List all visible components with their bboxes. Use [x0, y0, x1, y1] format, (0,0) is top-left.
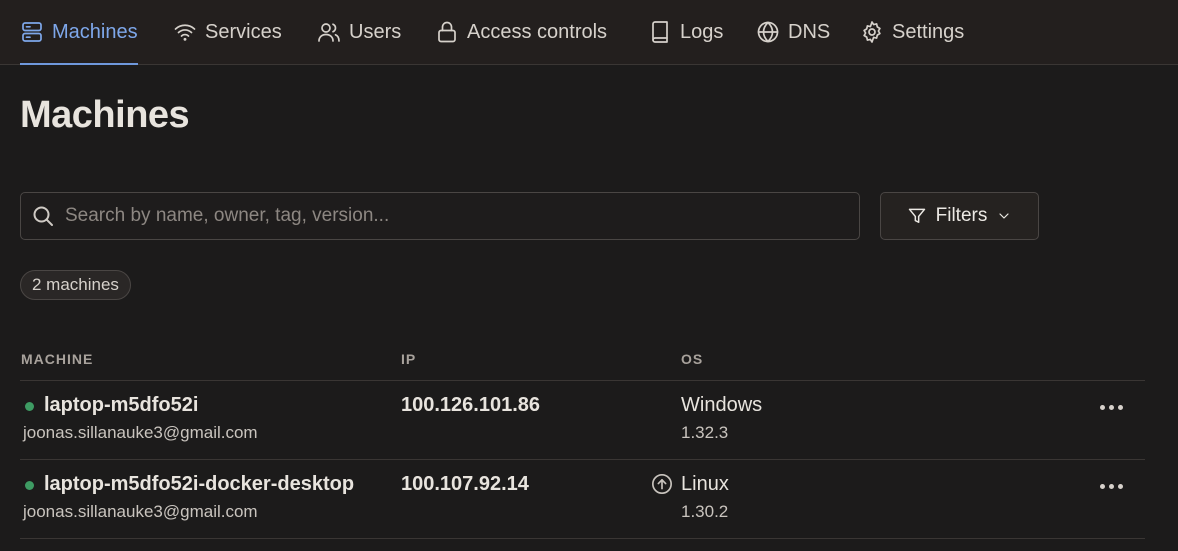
- table-row[interactable]: laptop-m5dfo52i-docker-desktop joonas.si…: [0, 460, 1178, 539]
- tab-label: Services: [205, 20, 282, 43]
- dot-icon: [1117, 483, 1123, 489]
- page-title: Machines: [20, 94, 190, 136]
- wifi-icon: [174, 24, 196, 41]
- tab-access-controls[interactable]: Access controls: [435, 0, 607, 64]
- machine-owner: joonas.sillanauke3@gmail.com: [23, 502, 258, 521]
- machine-ip[interactable]: 100.107.92.14: [401, 473, 529, 496]
- lock-icon: [438, 21, 456, 43]
- globe-icon: [757, 21, 779, 43]
- machine-version: 1.32.3: [681, 423, 729, 442]
- table-row[interactable]: laptop-m5dfo52i joonas.sillanauke3@gmail…: [0, 381, 1178, 460]
- column-header-ip: IP: [401, 351, 417, 367]
- more-options-button[interactable]: [1095, 397, 1127, 417]
- tab-label: Logs: [680, 20, 724, 43]
- tab-label: Settings: [892, 20, 965, 43]
- chevron-down-icon: [999, 213, 1009, 219]
- dot-icon: [1099, 404, 1105, 410]
- tab-label: DNS: [788, 20, 831, 43]
- search-box[interactable]: [20, 192, 860, 240]
- more-options-button[interactable]: [1095, 476, 1127, 496]
- tab-services[interactable]: Services: [173, 0, 282, 64]
- search-icon: [33, 206, 53, 226]
- machine-name[interactable]: laptop-m5dfo52i-docker-desktop: [44, 473, 354, 496]
- filters-label: Filters: [935, 205, 988, 226]
- dot-icon: [1108, 483, 1114, 489]
- dot-icon: [1117, 404, 1123, 410]
- update-available-icon[interactable]: [651, 473, 673, 495]
- machine-count-badge: 2 machines: [20, 270, 131, 300]
- machine-ip[interactable]: 100.126.101.86: [401, 394, 540, 417]
- tab-machines[interactable]: Machines: [20, 0, 138, 65]
- column-header-os: OS: [681, 351, 704, 367]
- column-header-machine: MACHINE: [21, 351, 94, 367]
- machine-os: Windows: [681, 394, 763, 416]
- dot-icon: [1099, 483, 1105, 489]
- online-status-dot: [25, 402, 34, 411]
- users-icon: [318, 23, 340, 42]
- search-input[interactable]: [63, 204, 859, 228]
- tab-label: Machines: [52, 20, 138, 43]
- tab-logs[interactable]: Logs: [648, 0, 723, 64]
- tab-users[interactable]: Users: [317, 0, 401, 64]
- tab-dns[interactable]: DNS: [756, 0, 830, 64]
- server-icon: [22, 22, 42, 42]
- top-nav: Machines Services Users Access controls: [0, 0, 1178, 65]
- filters-button[interactable]: Filters: [880, 192, 1039, 240]
- book-icon: [652, 21, 668, 43]
- machine-name[interactable]: laptop-m5dfo52i: [44, 394, 198, 417]
- dot-icon: [1108, 404, 1114, 410]
- divider: [20, 538, 1145, 539]
- machine-os: Linux: [681, 473, 729, 495]
- tab-settings[interactable]: Settings: [860, 0, 964, 64]
- machine-owner: joonas.sillanauke3@gmail.com: [23, 423, 258, 442]
- gear-icon: [863, 21, 881, 43]
- tab-label: Access controls: [467, 20, 608, 43]
- machine-version: 1.30.2: [681, 502, 729, 521]
- online-status-dot: [25, 481, 34, 490]
- tab-label: Users: [349, 20, 402, 43]
- filter-icon: [908, 208, 925, 223]
